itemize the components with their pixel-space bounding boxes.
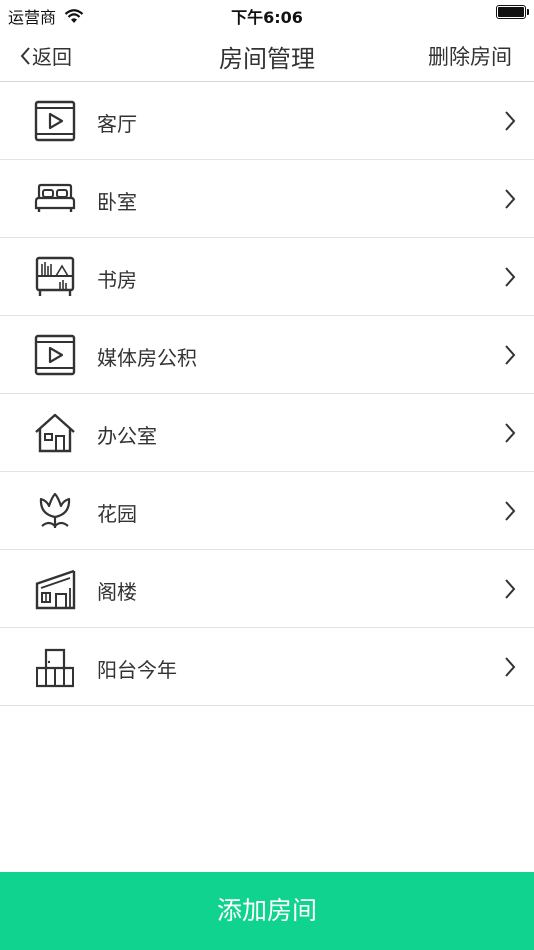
tv-play-icon [34,100,76,142]
balcony-icon [36,648,74,688]
status-time: 下午6:06 [231,8,303,27]
room-row-attic[interactable]: 阁楼 [0,550,534,628]
room-label: 媒体房公积 [97,346,197,370]
nav-bar: 返回 房间管理 删除房间 [0,28,534,82]
add-room-button[interactable]: 添加房间 [0,872,534,950]
room-row-garden[interactable]: 花园 [0,472,534,550]
chevron-right-icon [505,345,516,365]
room-row-living[interactable]: 客厅 [0,82,534,160]
room-label: 办公室 [97,424,157,448]
room-row-study[interactable]: 书房 [0,238,534,316]
chevron-right-icon [505,501,516,521]
room-label: 书房 [97,268,137,292]
room-label: 卧室 [97,190,137,214]
room-label: 花园 [97,502,137,526]
bed-icon [34,183,76,212]
tv-play-icon [34,334,76,376]
room-label: 阳台今年 [97,658,177,682]
bookshelf-icon [35,256,75,296]
chevron-right-icon [505,423,516,443]
room-label: 客厅 [97,112,137,136]
room-list: 客厅 卧室 书房 媒体房公积 办公室 花园 阁楼 阳台今年 [0,82,534,706]
house-icon [35,413,75,453]
chevron-right-icon [505,189,516,209]
room-row-media[interactable]: 媒体房公积 [0,316,534,394]
chevron-right-icon [505,579,516,599]
chevron-right-icon [505,111,516,131]
chevron-right-icon [505,267,516,287]
status-bar: 运营商 下午6:06 [0,0,534,28]
delete-room-button[interactable]: 删除房间 [428,41,512,71]
room-row-office[interactable]: 办公室 [0,394,534,472]
attic-icon [35,569,76,610]
room-row-balcony[interactable]: 阳台今年 [0,628,534,706]
chevron-right-icon [505,657,516,677]
battery-icon [496,5,529,19]
tulip-icon [39,492,71,528]
room-label: 阁楼 [97,580,137,604]
room-row-bedroom[interactable]: 卧室 [0,160,534,238]
status-right [496,5,529,19]
